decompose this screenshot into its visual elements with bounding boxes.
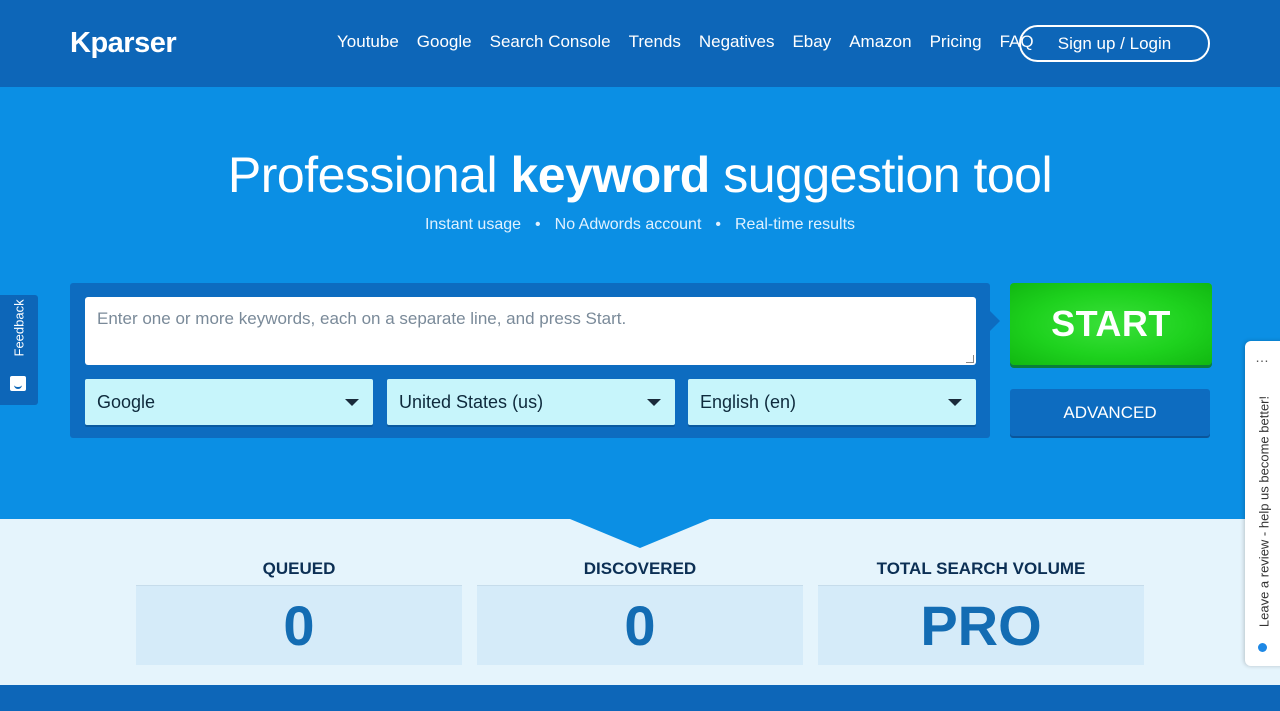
page-title: Professional keyword suggestion tool xyxy=(0,146,1280,204)
feedback-label: Feedback xyxy=(11,299,27,357)
feature-instant-usage: Instant usage xyxy=(424,216,522,233)
stat-total-volume-label: TOTAL SEARCH VOLUME xyxy=(876,559,1086,578)
nav-amazon[interactable]: Amazon xyxy=(849,32,911,52)
site-header: Kparser Youtube Google Search Console Tr… xyxy=(0,0,1280,87)
hero-section: Professional keyword suggestion tool Ins… xyxy=(0,87,1280,519)
stat-queued-label: QUEUED xyxy=(262,559,336,578)
nav-ebay[interactable]: Ebay xyxy=(792,32,831,52)
footer-bar xyxy=(0,685,1280,711)
title-bold: keyword xyxy=(510,147,710,203)
feature-realtime: Real-time results xyxy=(735,216,856,233)
source-select-value: Google xyxy=(97,391,156,412)
review-widget[interactable]: … Leave a review - help us become better… xyxy=(1245,341,1280,666)
stats-section: QUEUED 0 DISCOVERED 0 TOTAL SEARCH VOLUM… xyxy=(0,519,1280,685)
stat-queued-value: 0 xyxy=(136,585,462,665)
review-label: Leave a review - help us become better! xyxy=(1256,395,1272,628)
stat-queued: QUEUED 0 xyxy=(136,559,462,665)
panel-pointer xyxy=(990,311,1000,331)
search-panel: Google United States (us) English (en) xyxy=(70,283,990,438)
resize-handle-icon[interactable] xyxy=(966,355,974,363)
stat-discovered-label: DISCOVERED xyxy=(583,559,697,578)
chevron-down-icon xyxy=(647,399,661,406)
advanced-button[interactable]: ADVANCED xyxy=(1010,389,1210,436)
separator-dot: • xyxy=(535,216,541,233)
smile-icon xyxy=(10,376,26,391)
more-icon[interactable]: … xyxy=(1255,349,1269,365)
country-select-value: United States (us) xyxy=(399,391,544,412)
nav-search-console[interactable]: Search Console xyxy=(490,32,611,52)
title-post: suggestion tool xyxy=(709,147,1053,203)
nav-pricing[interactable]: Pricing xyxy=(930,32,982,52)
chevron-down-icon xyxy=(345,399,359,406)
language-select[interactable]: English (en) xyxy=(688,379,976,425)
signup-login-button[interactable]: Sign up / Login xyxy=(1019,25,1210,62)
stat-discovered: DISCOVERED 0 xyxy=(477,559,803,665)
chevron-down-icon xyxy=(948,399,962,406)
stat-total-volume-value: PRO xyxy=(818,585,1144,665)
start-button[interactable]: START xyxy=(1010,283,1212,365)
feature-no-adwords: No Adwords account xyxy=(554,216,702,233)
source-select[interactable]: Google xyxy=(85,379,373,425)
nav-google[interactable]: Google xyxy=(417,32,472,52)
stats-notch xyxy=(570,519,710,548)
stat-total-volume: TOTAL SEARCH VOLUME PRO xyxy=(818,559,1144,665)
nav-negatives[interactable]: Negatives xyxy=(699,32,775,52)
title-pre: Professional xyxy=(227,147,511,203)
language-select-value: English (en) xyxy=(700,391,797,412)
logo[interactable]: Kparser xyxy=(70,27,177,60)
main-nav: Youtube Google Search Console Trends Neg… xyxy=(328,32,1043,52)
feature-list: Instant usage • No Adwords account • Real-ti… xyxy=(0,216,1280,234)
nav-trends[interactable]: Trends xyxy=(629,32,681,52)
country-select[interactable]: United States (us) xyxy=(387,379,675,425)
keywords-input[interactable] xyxy=(85,297,976,365)
separator-dot: • xyxy=(715,216,721,233)
feedback-tab[interactable]: Feedback xyxy=(0,295,38,405)
stat-discovered-value: 0 xyxy=(477,585,803,665)
nav-youtube[interactable]: Youtube xyxy=(337,32,399,52)
dot-icon xyxy=(1258,643,1267,652)
